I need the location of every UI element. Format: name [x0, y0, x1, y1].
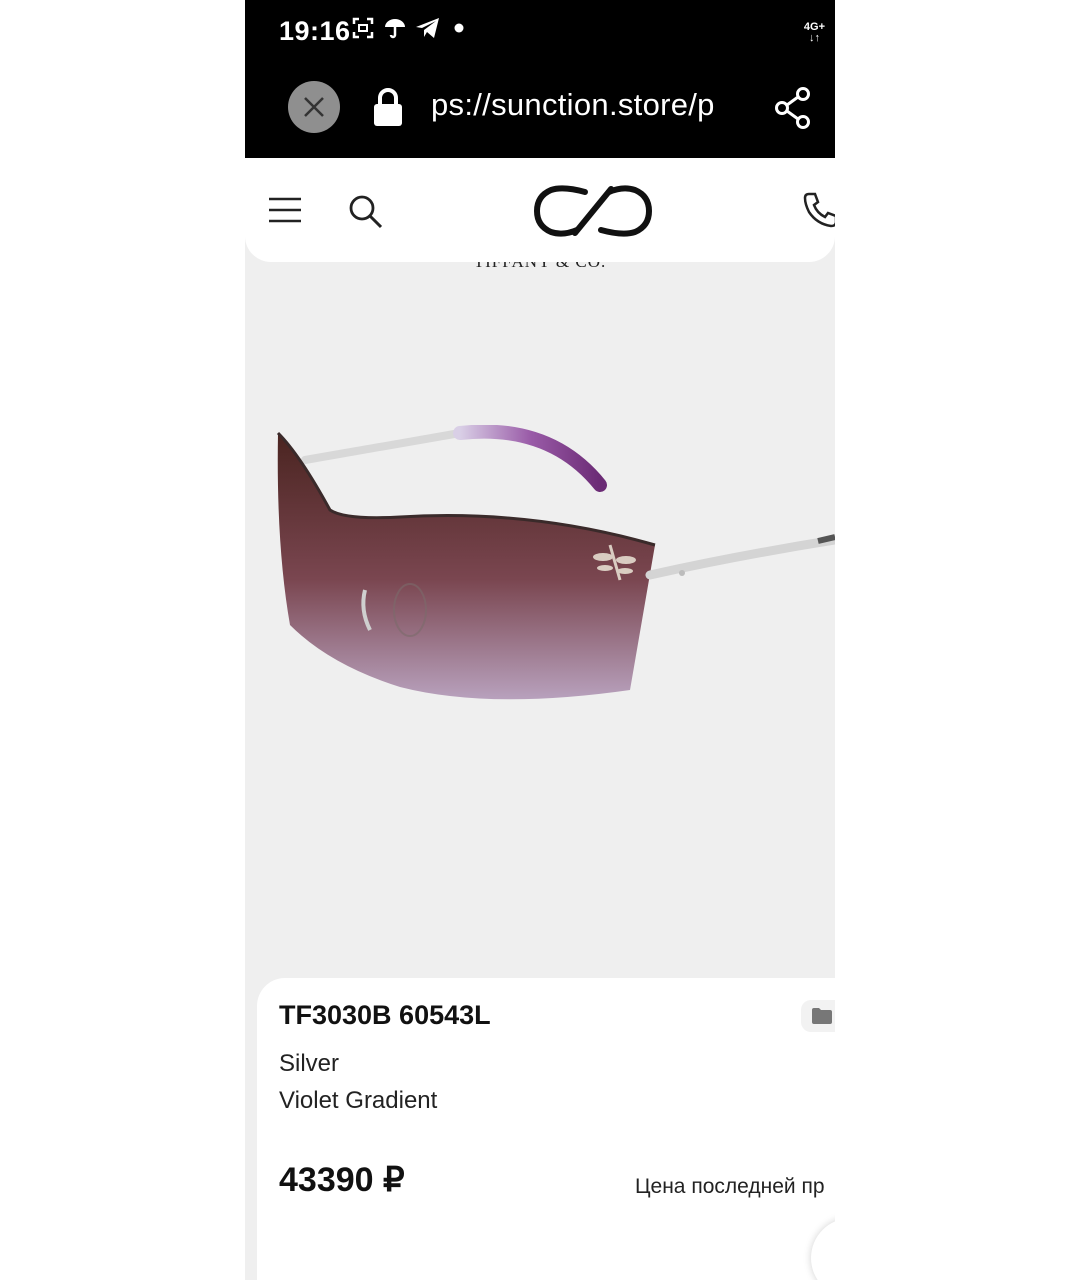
telegram-icon — [415, 16, 441, 40]
floating-action-button[interactable] — [811, 1218, 835, 1280]
signal-arrows-icon: ↓↑ — [808, 32, 820, 44]
status-time: 19:16 — [279, 16, 351, 46]
search-icon[interactable] — [346, 192, 386, 237]
screenshot-icon — [351, 16, 375, 40]
product-title: TF3030B 60543L — [279, 1000, 491, 1030]
dot-icon — [449, 18, 469, 38]
close-tab-button[interactable] — [288, 81, 340, 133]
phone-icon[interactable] — [801, 190, 835, 235]
umbrella-icon — [383, 16, 407, 40]
last-price-label: Цена последней пр — [635, 1175, 825, 1198]
lock-icon — [372, 86, 404, 133]
logo-icon[interactable] — [533, 182, 653, 245]
close-icon — [304, 97, 324, 117]
product-price: 43390 ₽ — [279, 1161, 405, 1199]
sunglasses-image[interactable] — [270, 425, 835, 715]
folder-icon — [812, 1008, 832, 1024]
share-icon[interactable] — [773, 86, 813, 135]
phone-screen: 19:16 4G+ ↓↑ ps://sunction.store/p TF303… — [245, 0, 835, 1280]
lens-color: Violet Gradient — [279, 1087, 438, 1114]
product-card: TF3030B 60543L Silver Violet Gradient 43… — [257, 978, 835, 1280]
site-header — [245, 158, 835, 262]
url-text[interactable]: ps://sunction.store/p — [431, 87, 741, 123]
product-image-area: TIFFANY & CO. — [245, 240, 835, 1000]
frame-color: Silver — [279, 1050, 340, 1077]
menu-icon[interactable] — [267, 196, 303, 229]
network-indicator: 4G+ ↓↑ — [804, 22, 825, 44]
favorite-button[interactable] — [801, 1000, 835, 1032]
status-icons — [351, 16, 469, 40]
browser-url-bar: ps://sunction.store/p — [245, 64, 835, 158]
status-bar: 19:16 4G+ ↓↑ — [245, 0, 835, 64]
